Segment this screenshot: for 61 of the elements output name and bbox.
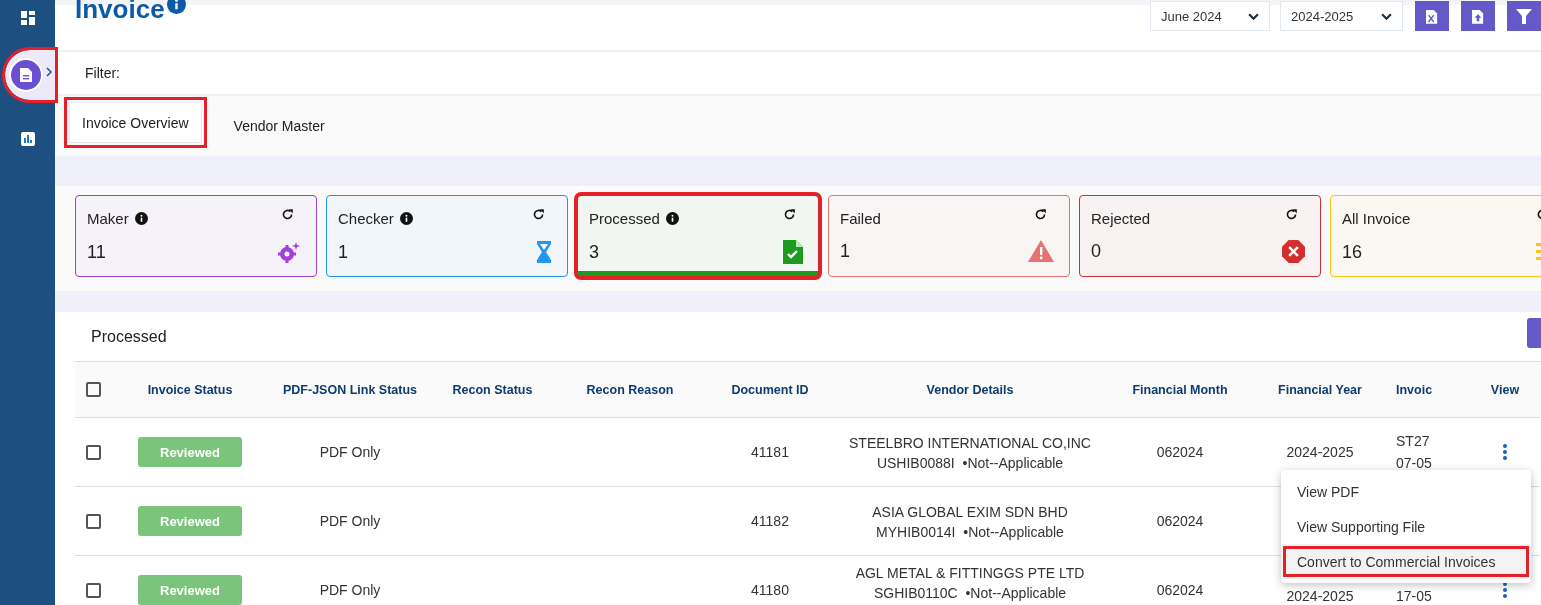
table-cell: PDF Only <box>319 582 381 598</box>
table-cell: 2024-2025 <box>1286 588 1354 604</box>
status-badge: Reviewed <box>138 575 242 605</box>
status-card[interactable]: Failed 1 <box>828 195 1070 277</box>
year-dropdown[interactable]: 2024-2025 <box>1280 1 1403 31</box>
card-count: 1 <box>338 241 348 263</box>
column-header: Invoic <box>1396 382 1433 397</box>
card-label: All Invoice <box>1342 209 1411 227</box>
page-title: Invoice <box>75 0 165 25</box>
column-header: Financial Year <box>1278 382 1362 397</box>
column-header: Invoice Status <box>147 382 233 397</box>
table-title: Processed <box>91 327 167 346</box>
tab[interactable]: Vendor Master <box>220 105 338 146</box>
column-header: Financial Month <box>1132 382 1228 397</box>
status-badge: Reviewed <box>138 506 242 536</box>
menu-item[interactable]: View PDF <box>1281 474 1531 509</box>
card-label: Checker <box>338 209 394 227</box>
card-label: Failed <box>840 209 881 227</box>
vendor-code: MYHIB0014I •Not--Applicable <box>876 523 1064 541</box>
column-header: Recon Status <box>452 382 533 397</box>
table-cell: 062024 <box>1156 513 1204 529</box>
column-header: Document ID <box>731 382 809 397</box>
vendor-code: USHIB0088I •Not--Applicable <box>876 454 1064 472</box>
invoice-date: 07-05 <box>1396 454 1432 473</box>
table-cell: PDF Only <box>319 513 381 529</box>
status-card[interactable]: Checker 1 <box>326 195 568 277</box>
table-cell: 41182 <box>751 513 789 529</box>
month-dropdown[interactable]: June 2024 <box>1150 1 1270 31</box>
status-card[interactable]: Rejected 0 <box>1079 195 1321 277</box>
table-cell: 41181 <box>751 444 789 460</box>
vendor-name: ASIA GLOBAL EXIM SDN BHD <box>872 503 1068 522</box>
vendor-code: SGHIB0110C •Not--Applicable <box>873 584 1067 602</box>
vendor-name: AGL METAL & FITTINGGS PTE LTD <box>855 564 1085 583</box>
menu-item[interactable]: Convert to Commercial Invoices <box>1281 544 1531 579</box>
table-cell: 062024 <box>1156 444 1204 460</box>
status-card[interactable]: Processed 3 <box>577 195 819 277</box>
column-header: View <box>1490 382 1520 397</box>
invoice-number: ST27 <box>1396 432 1430 451</box>
menu-item[interactable]: View Supporting File <box>1281 509 1531 544</box>
status-badge: Reviewed <box>138 437 242 467</box>
status-card[interactable]: Maker 11 <box>75 195 317 277</box>
filter-label: Filter: <box>85 65 120 81</box>
column-header: PDF-JSON Link Status <box>282 382 417 397</box>
table-cell: PDF Only <box>319 444 381 460</box>
card-count: 16 <box>1342 241 1363 263</box>
vendor-name: STEELBRO INTERNATIONAL CO,INC <box>849 434 1091 453</box>
status-card[interactable]: All Invoice 16 <box>1330 195 1541 277</box>
table-cell: 2024-2025 <box>1286 444 1354 460</box>
card-count: 0 <box>1091 241 1101 262</box>
invoice-date: 17-05 <box>1396 587 1432 605</box>
card-count: 1 <box>840 240 850 262</box>
card-label: Rejected <box>1091 209 1151 227</box>
card-label: Processed <box>589 209 660 227</box>
column-header: Recon Reason <box>586 382 674 397</box>
card-count: 3 <box>589 241 599 263</box>
table-cell: 062024 <box>1156 582 1204 598</box>
table-cell: 41180 <box>751 582 789 598</box>
tab[interactable]: Invoice Overview <box>69 102 202 143</box>
column-header: Vendor Details <box>926 382 1014 397</box>
card-count: 11 <box>87 241 106 263</box>
card-label: Maker <box>87 209 129 227</box>
